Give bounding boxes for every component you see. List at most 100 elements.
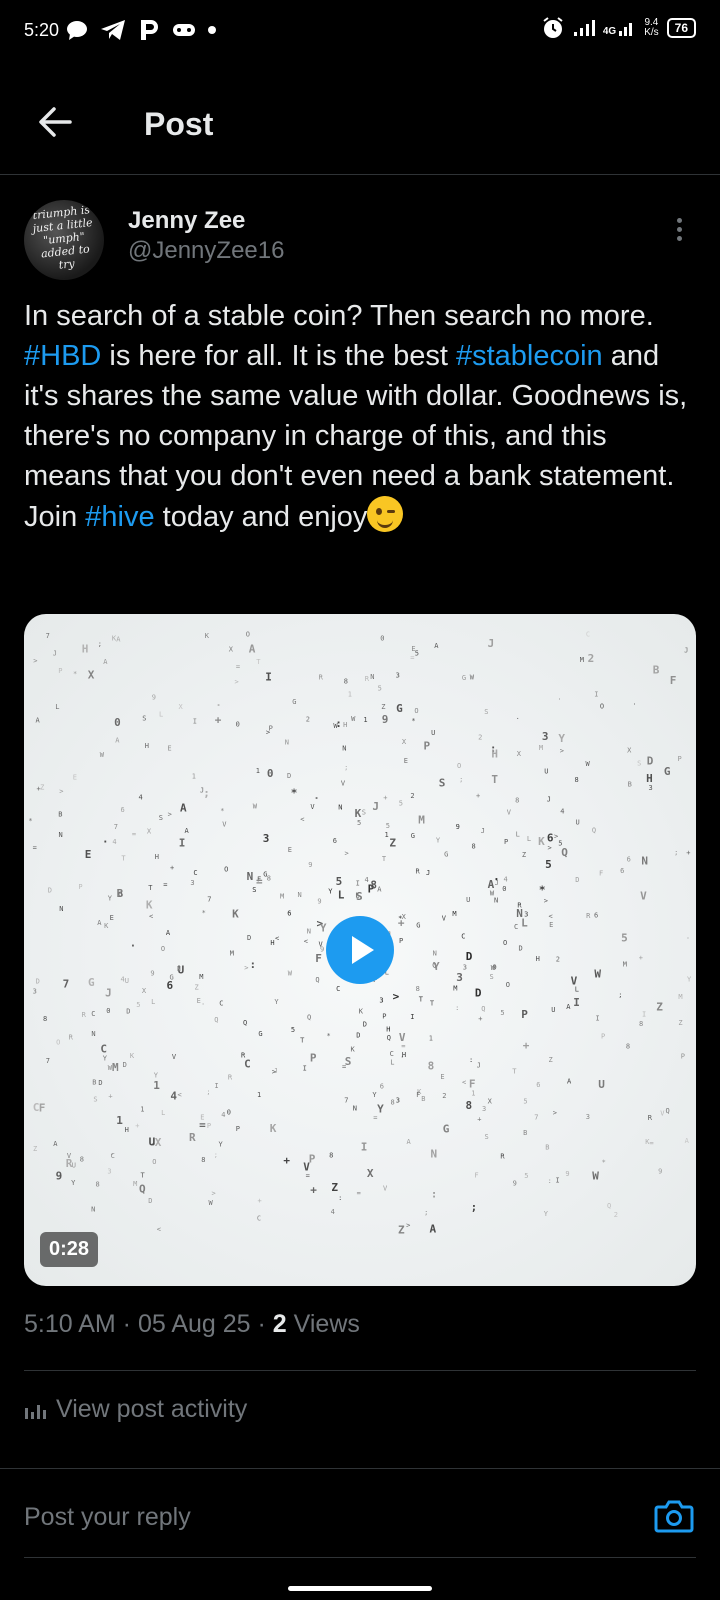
- matrix-glyph: 2: [614, 1211, 618, 1219]
- matrix-glyph: 1: [348, 691, 352, 699]
- view-post-activity-label: View post activity: [56, 1395, 248, 1423]
- matrix-glyph: G: [292, 698, 296, 706]
- matrix-glyph: E: [85, 848, 92, 861]
- hashtag-hbd[interactable]: #HBD: [24, 340, 101, 372]
- more-options-button[interactable]: [674, 218, 684, 248]
- matrix-glyph: ;: [203, 787, 210, 800]
- back-button[interactable]: [36, 102, 76, 142]
- matrix-glyph: Z: [40, 784, 44, 792]
- matrix-glyph: X: [402, 738, 407, 746]
- author-handle[interactable]: @JennyZee16: [128, 237, 284, 265]
- matrix-glyph: K: [232, 907, 239, 920]
- matrix-glyph: +: [639, 954, 643, 962]
- matrix-glyph: +: [170, 864, 174, 872]
- matrix-glyph: J: [684, 646, 688, 654]
- view-post-activity-button[interactable]: View post activity: [24, 1395, 247, 1424]
- matrix-glyph: D: [647, 755, 654, 768]
- matrix-glyph: D: [48, 887, 52, 895]
- matrix-glyph: *: [411, 717, 415, 725]
- matrix-glyph: V: [571, 974, 578, 987]
- matrix-glyph: 3: [586, 1113, 590, 1121]
- matrix-glyph: N: [177, 965, 181, 973]
- camera-button[interactable]: [654, 1498, 694, 1534]
- avatar[interactable]: triumph is just a little "umph" added to…: [24, 200, 104, 280]
- play-button[interactable]: [326, 916, 394, 984]
- matrix-glyph: 6: [121, 806, 125, 814]
- matrix-glyph: I: [410, 1013, 414, 1021]
- matrix-glyph: :: [431, 1188, 438, 1201]
- divider: [24, 1557, 696, 1558]
- matrix-glyph: X: [88, 669, 95, 682]
- matrix-glyph: 5: [621, 931, 628, 944]
- matrix-glyph: *: [291, 787, 298, 800]
- matrix-glyph: 5: [291, 1026, 295, 1034]
- post-body: In search of a stable coin? Then search …: [24, 296, 694, 537]
- matrix-glyph: L: [159, 711, 163, 719]
- matrix-glyph: K: [538, 835, 545, 848]
- matrix-glyph: S: [142, 714, 146, 722]
- matrix-glyph: C: [244, 1058, 251, 1071]
- matrix-glyph: 9: [513, 1179, 517, 1187]
- matrix-glyph: +: [135, 1122, 139, 1130]
- matrix-glyph: A: [685, 1137, 690, 1145]
- matrix-glyph: .: [632, 698, 636, 706]
- matrix-glyph: 0: [227, 1109, 231, 1117]
- matrix-glyph: 1: [257, 1091, 261, 1099]
- matrix-glyph: D: [287, 772, 291, 780]
- matrix-glyph: S: [485, 1133, 489, 1141]
- matrix-glyph: X: [402, 913, 407, 921]
- matrix-glyph: 8: [416, 985, 420, 993]
- battery-indicator: 76: [666, 18, 696, 38]
- matrix-glyph: Z: [656, 1001, 663, 1014]
- matrix-glyph: M: [133, 1180, 137, 1188]
- matrix-glyph: +: [258, 1197, 262, 1205]
- matrix-glyph: C: [257, 1214, 261, 1222]
- matrix-glyph: 5: [386, 822, 390, 830]
- matrix-glyph: 6: [333, 837, 337, 845]
- home-indicator[interactable]: [288, 1586, 432, 1591]
- author-display-name[interactable]: Jenny Zee: [128, 207, 245, 235]
- reply-input[interactable]: Post your reply: [24, 1503, 191, 1532]
- video-player[interactable]: W8G+YKJTL;P+=8KALIX34:R5NVCRM1OMO:DTCWE;…: [24, 614, 696, 1286]
- matrix-glyph: N: [91, 1205, 95, 1213]
- matrix-glyph: 1: [471, 1089, 475, 1097]
- hashtag-hive[interactable]: #hive: [85, 501, 154, 533]
- matrix-glyph: .: [102, 833, 109, 846]
- matrix-glyph: 9: [308, 861, 312, 869]
- matrix-glyph: +: [37, 785, 41, 793]
- hashtag-stablecoin[interactable]: #stablecoin: [456, 340, 603, 372]
- matrix-glyph: R: [69, 1034, 74, 1042]
- matrix-glyph: >: [244, 964, 248, 972]
- matrix-glyph: 6: [627, 856, 631, 864]
- matrix-glyph: +: [523, 1039, 530, 1052]
- matrix-glyph: J: [477, 1061, 481, 1069]
- matrix-glyph: 9: [658, 1168, 662, 1176]
- matrix-glyph: 3: [542, 730, 549, 743]
- matrix-glyph: =: [650, 1139, 654, 1147]
- matrix-glyph: E: [288, 846, 292, 854]
- matrix-glyph: 4: [331, 1208, 335, 1216]
- matrix-glyph: A: [116, 636, 121, 644]
- matrix-glyph: R: [319, 673, 324, 681]
- matrix-glyph: *: [602, 1158, 606, 1166]
- matrix-glyph: .: [557, 694, 561, 702]
- matrix-glyph: =: [163, 881, 167, 889]
- matrix-glyph: Z: [522, 851, 526, 859]
- matrix-glyph: Z: [549, 1056, 553, 1064]
- matrix-glyph: P: [310, 1052, 317, 1065]
- matrix-glyph: D: [247, 934, 251, 942]
- matrix-glyph: P: [424, 740, 431, 753]
- matrix-glyph: 8: [201, 1156, 205, 1164]
- matrix-glyph: ;: [344, 764, 348, 772]
- matrix-glyph: A: [249, 642, 256, 655]
- matrix-glyph: >: [544, 897, 548, 905]
- matrix-glyph: E: [549, 921, 553, 929]
- matrix-glyph: R: [586, 912, 591, 920]
- matrix-glyph: T: [300, 1037, 305, 1045]
- matrix-glyph: >: [168, 811, 172, 819]
- matrix-glyph: X: [627, 746, 632, 754]
- matrix-glyph: 8: [466, 1099, 473, 1112]
- matrix-glyph: E: [167, 745, 171, 753]
- matrix-glyph: =: [401, 1042, 405, 1050]
- matrix-glyph: 1: [385, 831, 389, 839]
